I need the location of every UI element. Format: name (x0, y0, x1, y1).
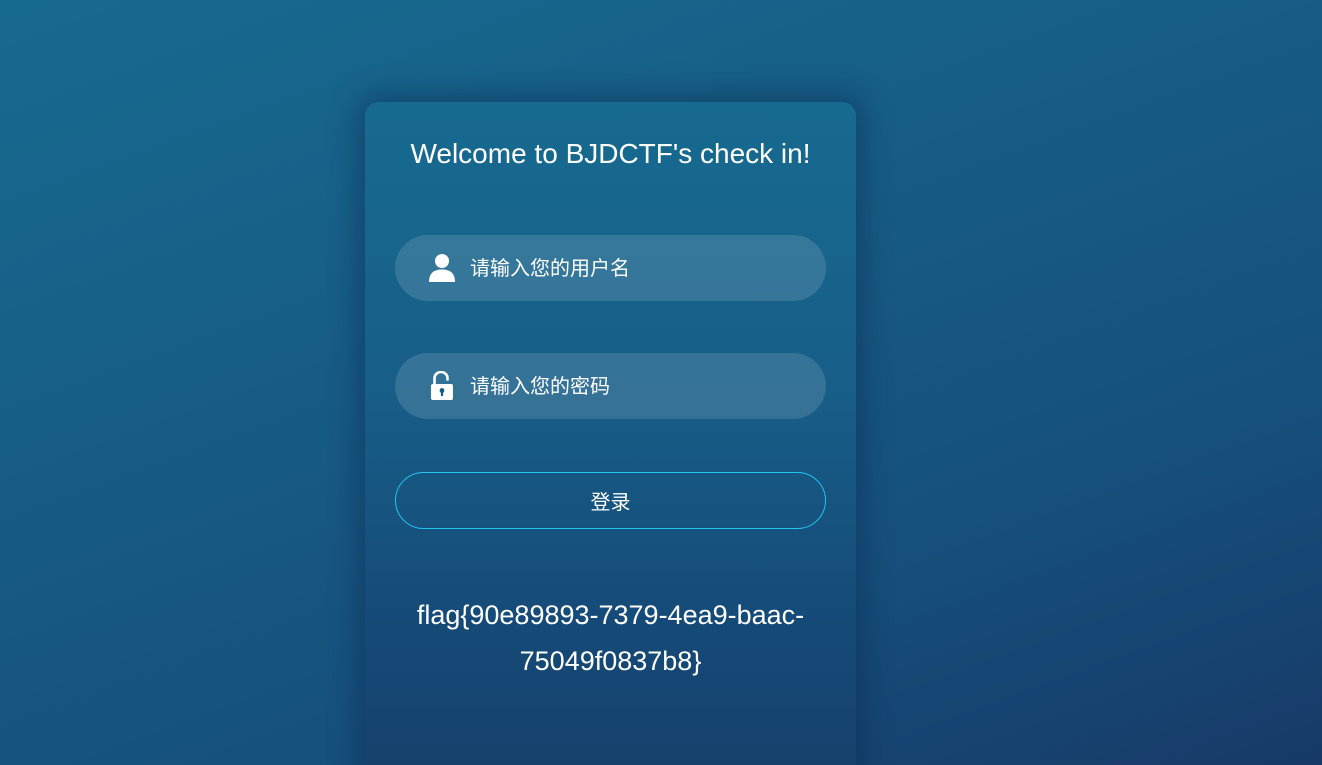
password-field[interactable] (395, 353, 826, 419)
login-panel: Welcome to BJDCTF's check in! 登录 flag{90… (365, 102, 856, 765)
page-title: Welcome to BJDCTF's check in! (410, 138, 811, 169)
username-input[interactable] (470, 235, 800, 301)
login-button[interactable]: 登录 (395, 472, 826, 529)
flag-text: flag{90e89893-7379-4ea9-baac-75049f0837b… (416, 600, 805, 676)
user-icon (429, 254, 455, 282)
password-input[interactable] (470, 353, 800, 419)
username-field[interactable] (395, 235, 826, 301)
unlocked-padlock-icon (431, 371, 453, 400)
